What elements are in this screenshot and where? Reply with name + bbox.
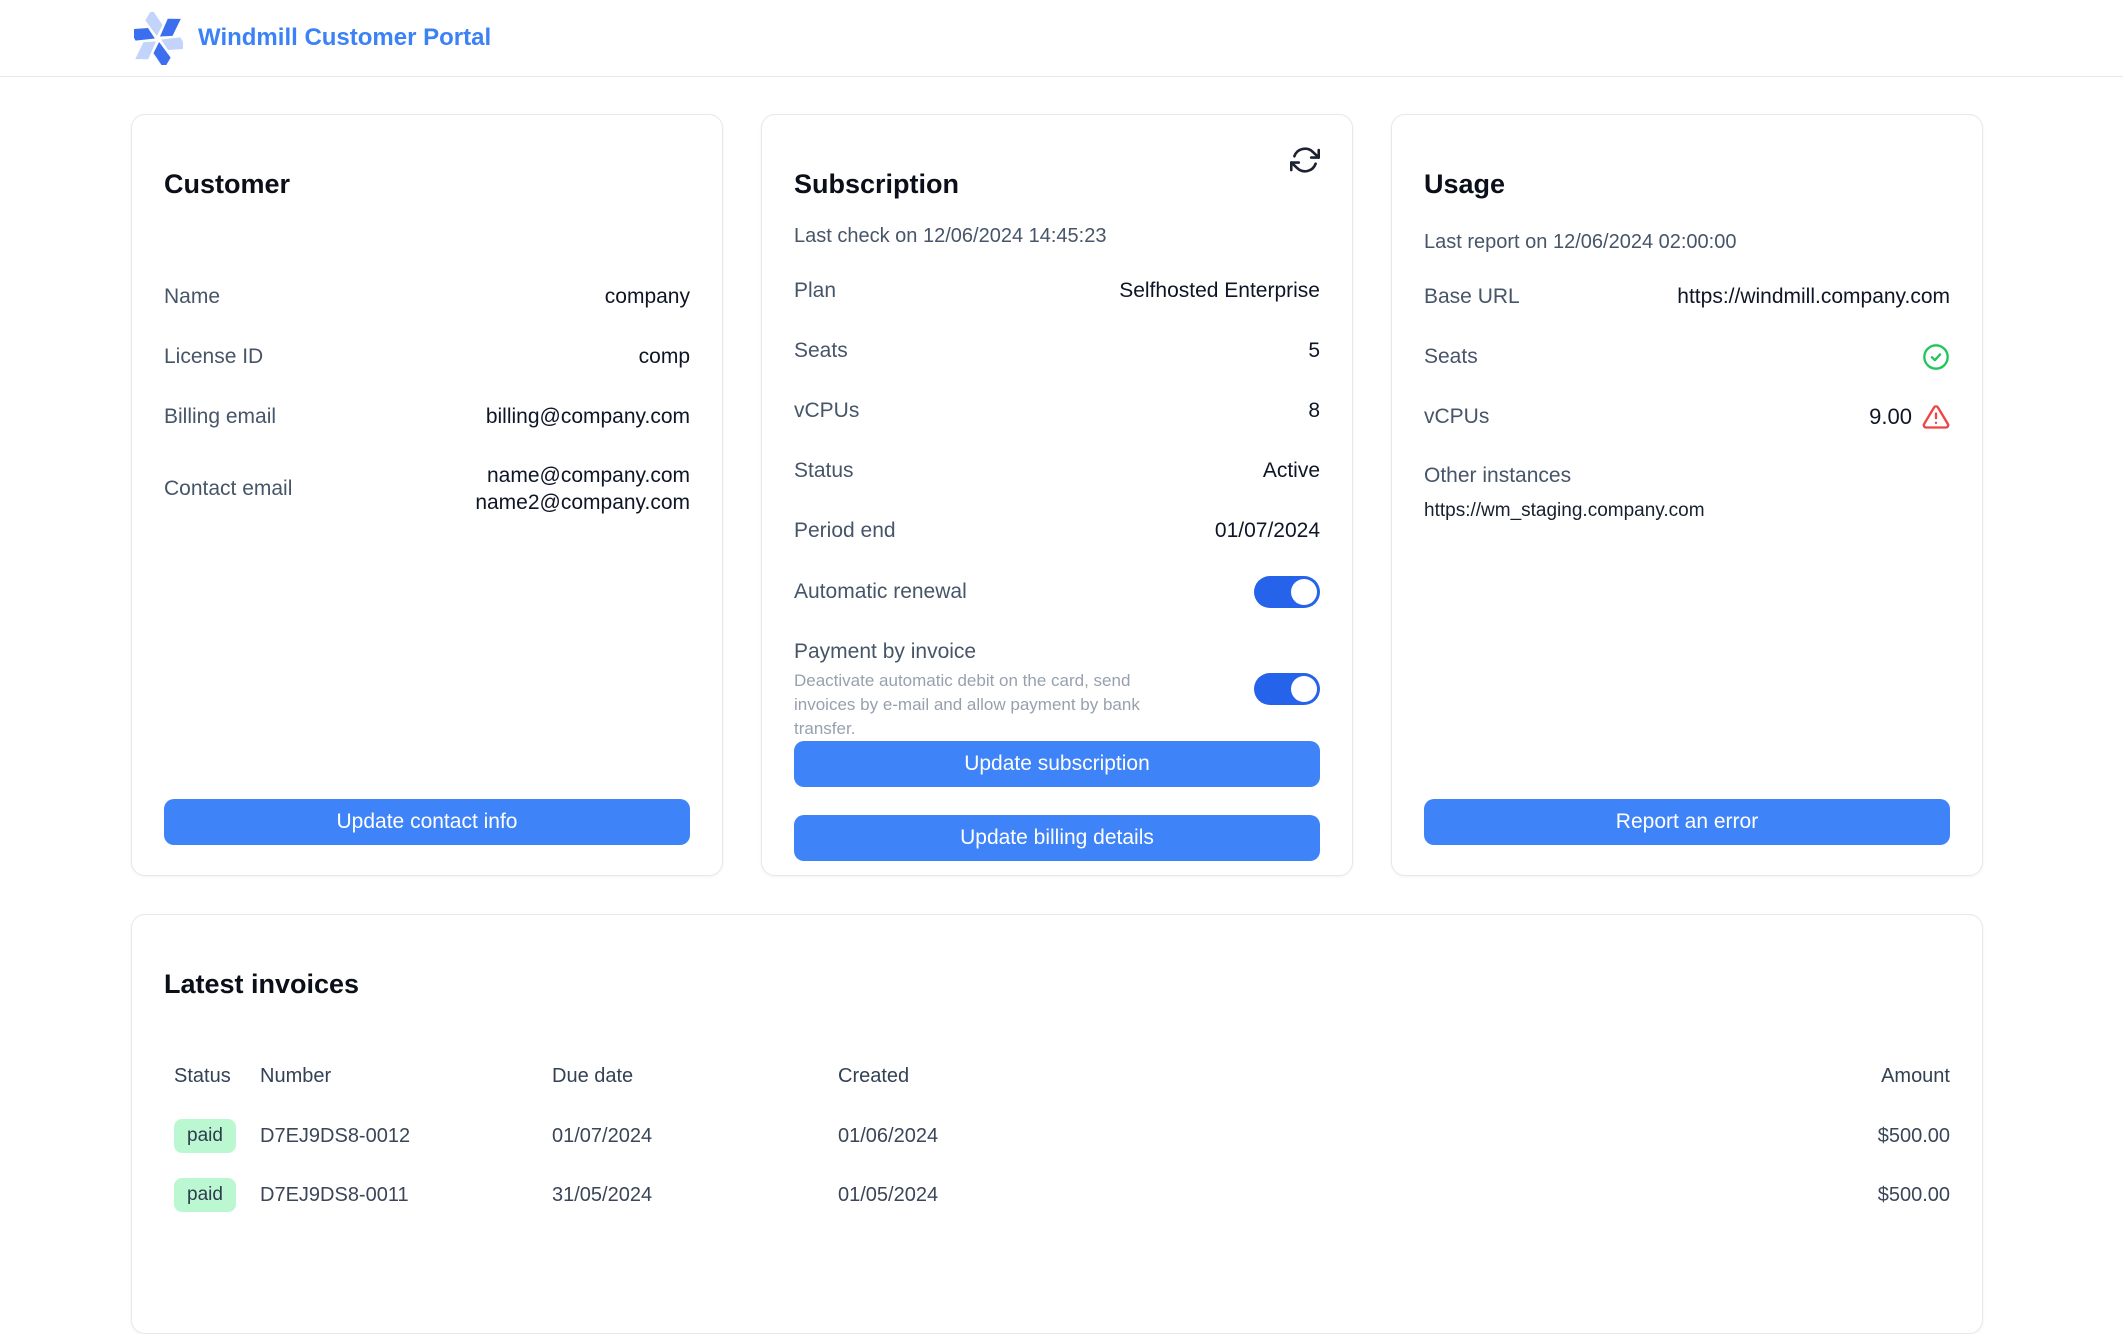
invoice-status-cell: paid [164, 1178, 260, 1212]
other-instances-label: Other instances [1424, 462, 1950, 489]
usage-last-report: Last report on 12/06/2024 02:00:00 [1424, 230, 1950, 254]
field-label: Contact email [164, 475, 296, 502]
main-content: Customer Name company License ID comp Bi… [0, 77, 2123, 1334]
refresh-icon[interactable] [1290, 145, 1320, 175]
column-header-status: Status [164, 1065, 260, 1094]
field-label: Plan [794, 277, 926, 304]
invoice-amount-cell: $500.00 [1878, 1184, 1950, 1207]
instance-url: https://wm_staging.company.com [1424, 500, 1950, 522]
payment-by-invoice-row: Payment by invoice Deactivate automatic … [794, 638, 1320, 741]
field-row-seats: Seats 5 [794, 336, 1320, 366]
field-label: vCPUs [794, 397, 926, 424]
automatic-renewal-toggle[interactable] [1254, 576, 1320, 608]
app-header: Windmill Customer Portal [0, 0, 2123, 77]
page-title: Windmill Customer Portal [198, 24, 491, 52]
column-header-amount: Amount [1878, 1065, 1950, 1094]
invoices-table: Status Number Due date Created Amount pa… [164, 1065, 1950, 1212]
toggle-knob [1291, 579, 1317, 605]
subscription-card-title: Subscription [794, 167, 1106, 201]
invoice-due-date-cell: 01/07/2024 [552, 1125, 838, 1148]
field-value: 5 [1308, 337, 1320, 364]
customer-card-title: Customer [164, 167, 690, 201]
automatic-renewal-label: Automatic renewal [794, 578, 1254, 605]
field-label: Name [164, 283, 296, 310]
field-label: Period end [794, 517, 926, 544]
payment-by-invoice-toggle[interactable] [1254, 673, 1320, 705]
field-value: 01/07/2024 [1215, 517, 1320, 544]
check-circle-icon [1922, 343, 1950, 371]
field-label: License ID [164, 343, 296, 370]
field-row-status: Status Active [794, 456, 1320, 486]
subscription-last-check: Last check on 12/06/2024 14:45:23 [794, 224, 1106, 248]
windmill-logo-icon [134, 12, 183, 65]
update-subscription-button[interactable]: Update subscription [794, 741, 1320, 787]
status-badge: paid [174, 1178, 236, 1212]
field-value: billing@company.com [486, 403, 690, 430]
field-label: Seats [1424, 343, 1556, 370]
field-row-vcpus: vCPUs 8 [794, 396, 1320, 426]
latest-invoices-title: Latest invoices [164, 967, 1950, 1001]
field-row-plan: Plan Selfhosted Enterprise [794, 276, 1320, 306]
subscription-fields: Plan Selfhosted Enterprise Seats 5 vCPUs… [794, 276, 1320, 741]
field-row-contact-email: Contact email name@company.com name2@com… [164, 462, 690, 516]
invoice-created-cell: 01/06/2024 [838, 1125, 1878, 1148]
column-header-number: Number [260, 1065, 552, 1094]
field-value: https://windmill.company.com [1677, 283, 1950, 310]
usage-card: Usage Last report on 12/06/2024 02:00:00… [1391, 114, 1983, 876]
subscription-card: Subscription Last check on 12/06/2024 14… [761, 114, 1353, 876]
customer-card: Customer Name company License ID comp Bi… [131, 114, 723, 876]
usage-card-title: Usage [1424, 167, 1950, 201]
update-billing-details-button[interactable]: Update billing details [794, 815, 1320, 861]
vcpus-usage-value: 9.00 [1869, 403, 1912, 430]
customer-fields: Name company License ID comp Billing ema… [164, 282, 690, 516]
status-badge: paid [174, 1119, 236, 1153]
invoice-amount-cell: $500.00 [1878, 1125, 1950, 1148]
payment-by-invoice-label: Payment by invoice [794, 638, 1192, 665]
toggle-knob [1291, 676, 1317, 702]
usage-fields: Base URL https://windmill.company.com Se… [1424, 282, 1950, 522]
field-value: name@company.com name2@company.com [475, 462, 690, 516]
field-label: vCPUs [1424, 403, 1556, 430]
column-header-due-date: Due date [552, 1065, 838, 1094]
field-row-period-end: Period end 01/07/2024 [794, 516, 1320, 546]
field-label: Base URL [1424, 283, 1556, 310]
field-row-usage-seats: Seats [1424, 342, 1950, 372]
other-instances-block: Other instances https://wm_staging.compa… [1424, 462, 1950, 522]
invoice-due-date-cell: 31/05/2024 [552, 1184, 838, 1207]
field-value: Active [1263, 457, 1320, 484]
field-value: company [605, 283, 690, 310]
field-row-license-id: License ID comp [164, 342, 690, 372]
warning-triangle-icon [1922, 403, 1950, 431]
field-row-billing-email: Billing email billing@company.com [164, 402, 690, 432]
field-row-usage-vcpus: vCPUs 9.00 [1424, 402, 1950, 432]
field-value: Selfhosted Enterprise [1119, 277, 1320, 304]
field-label: Billing email [164, 403, 296, 430]
field-label: Seats [794, 337, 926, 364]
field-value: comp [639, 343, 690, 370]
invoice-number-cell: D7EJ9DS8-0012 [260, 1125, 552, 1148]
column-header-created: Created [838, 1065, 1878, 1094]
field-value: 8 [1308, 397, 1320, 424]
invoice-created-cell: 01/05/2024 [838, 1184, 1878, 1207]
latest-invoices-card: Latest invoices Status Number Due date C… [131, 914, 1983, 1334]
invoice-number-cell: D7EJ9DS8-0011 [260, 1184, 552, 1207]
brand: Windmill Customer Portal [134, 12, 491, 65]
update-contact-info-button[interactable]: Update contact info [164, 799, 690, 845]
field-row-name: Name company [164, 282, 690, 312]
automatic-renewal-row: Automatic renewal [794, 576, 1320, 608]
field-row-base-url: Base URL https://windmill.company.com [1424, 282, 1950, 312]
cards-row: Customer Name company License ID comp Bi… [131, 114, 1983, 876]
field-label: Status [794, 457, 926, 484]
invoice-status-cell: paid [164, 1119, 260, 1153]
report-an-error-button[interactable]: Report an error [1424, 799, 1950, 845]
payment-by-invoice-description: Deactivate automatic debit on the card, … [794, 669, 1192, 741]
